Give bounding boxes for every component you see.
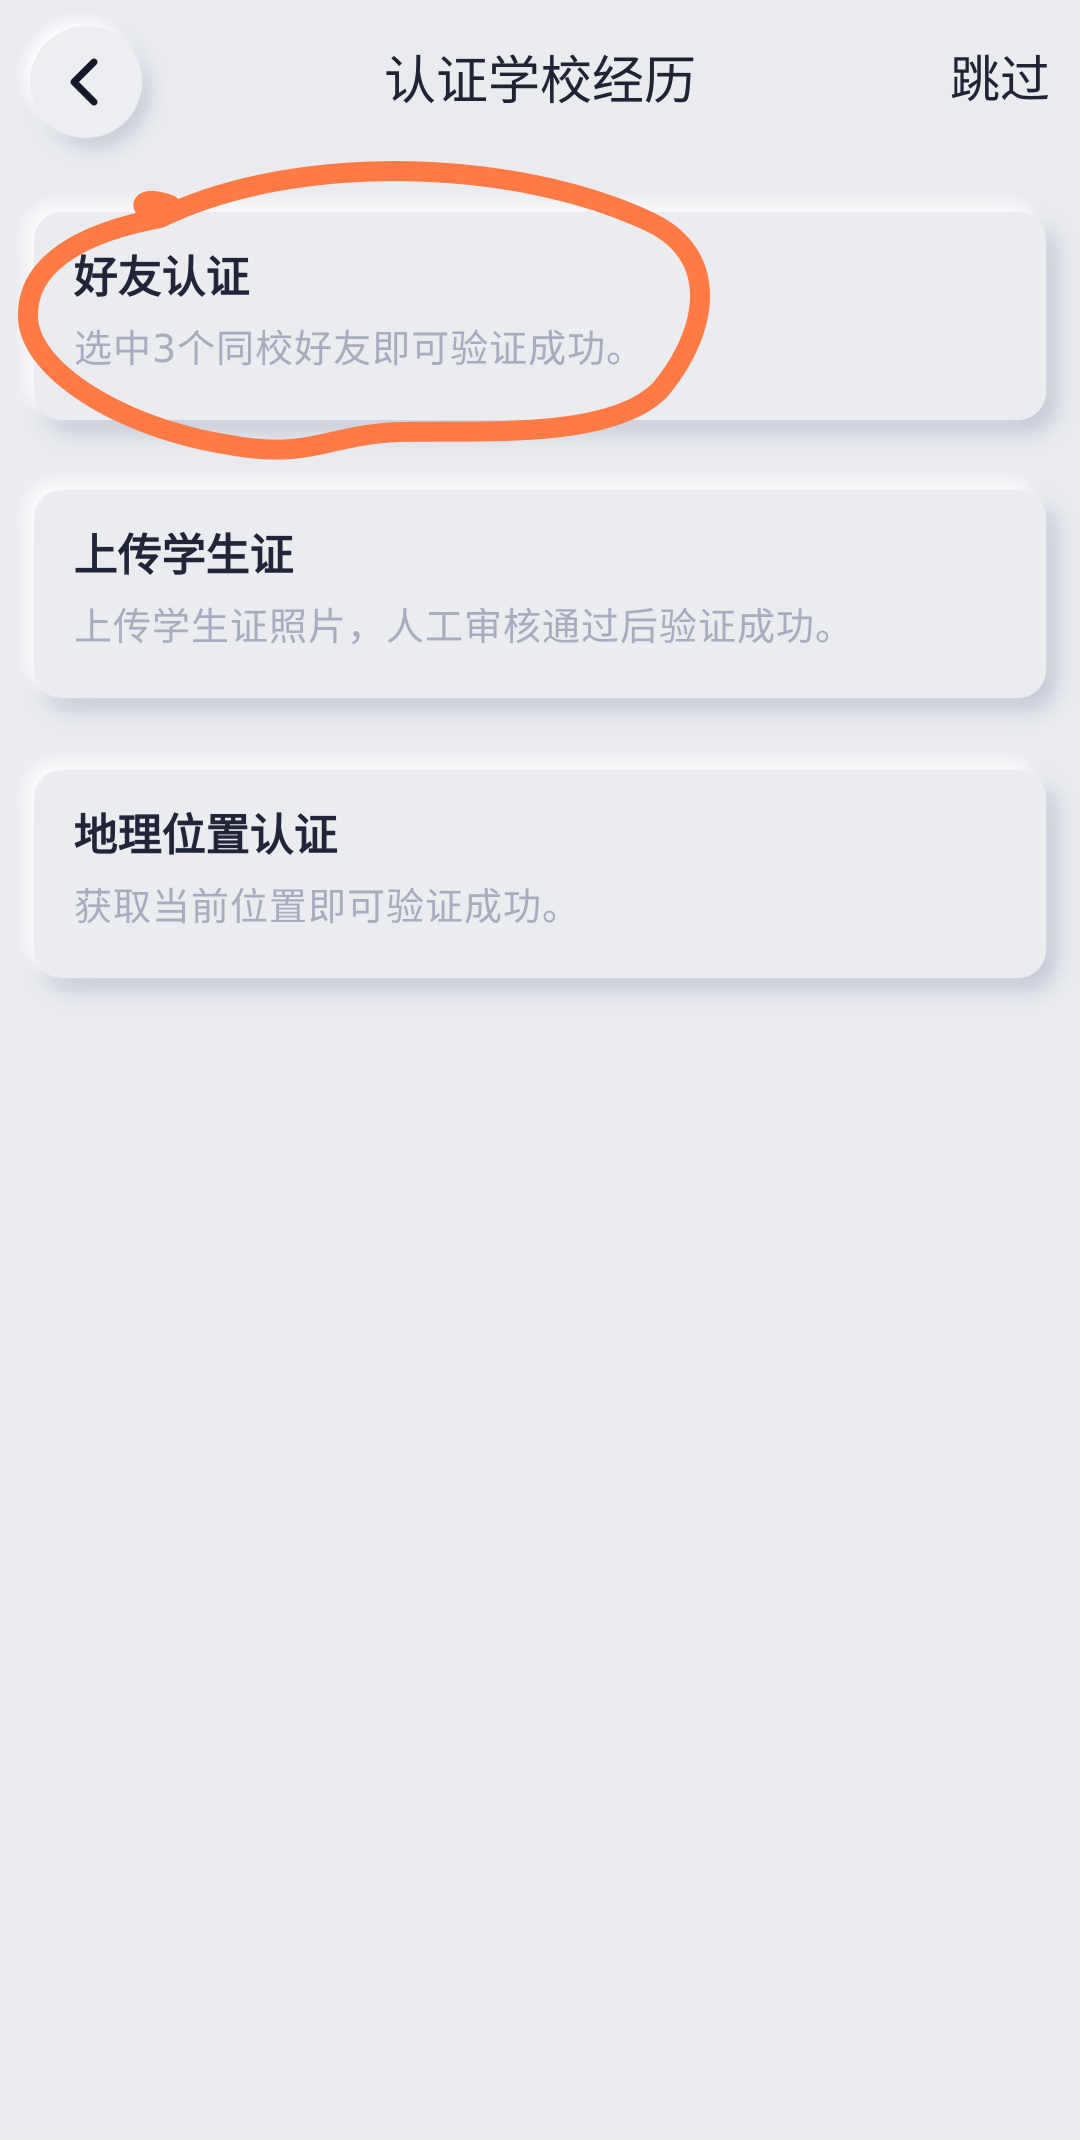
page-title: 认证学校经历 bbox=[383, 52, 696, 112]
skip-button[interactable]: 跳过 bbox=[950, 48, 1050, 112]
chevron-left-icon bbox=[70, 58, 98, 106]
header-bar: 认证学校经历 跳过 bbox=[0, 0, 1080, 170]
option-title: 好友认证 bbox=[74, 252, 250, 303]
option-description: 获取当前位置即可验证成功。 bbox=[74, 885, 582, 929]
option-card-student-id-upload[interactable]: 上传学生证 上传学生证照片，人工审核通过后验证成功。 bbox=[34, 490, 1046, 698]
option-card-location-verification[interactable]: 地理位置认证 获取当前位置即可验证成功。 bbox=[34, 770, 1046, 978]
option-description: 选中3个同校好友即可验证成功。 bbox=[74, 327, 646, 371]
option-title: 地理位置认证 bbox=[74, 810, 338, 861]
option-description: 上传学生证照片，人工审核通过后验证成功。 bbox=[74, 605, 855, 649]
back-button[interactable] bbox=[30, 26, 142, 138]
option-title: 上传学生证 bbox=[74, 530, 294, 581]
option-card-friend-verification[interactable]: 好友认证 选中3个同校好友即可验证成功。 bbox=[34, 212, 1046, 420]
